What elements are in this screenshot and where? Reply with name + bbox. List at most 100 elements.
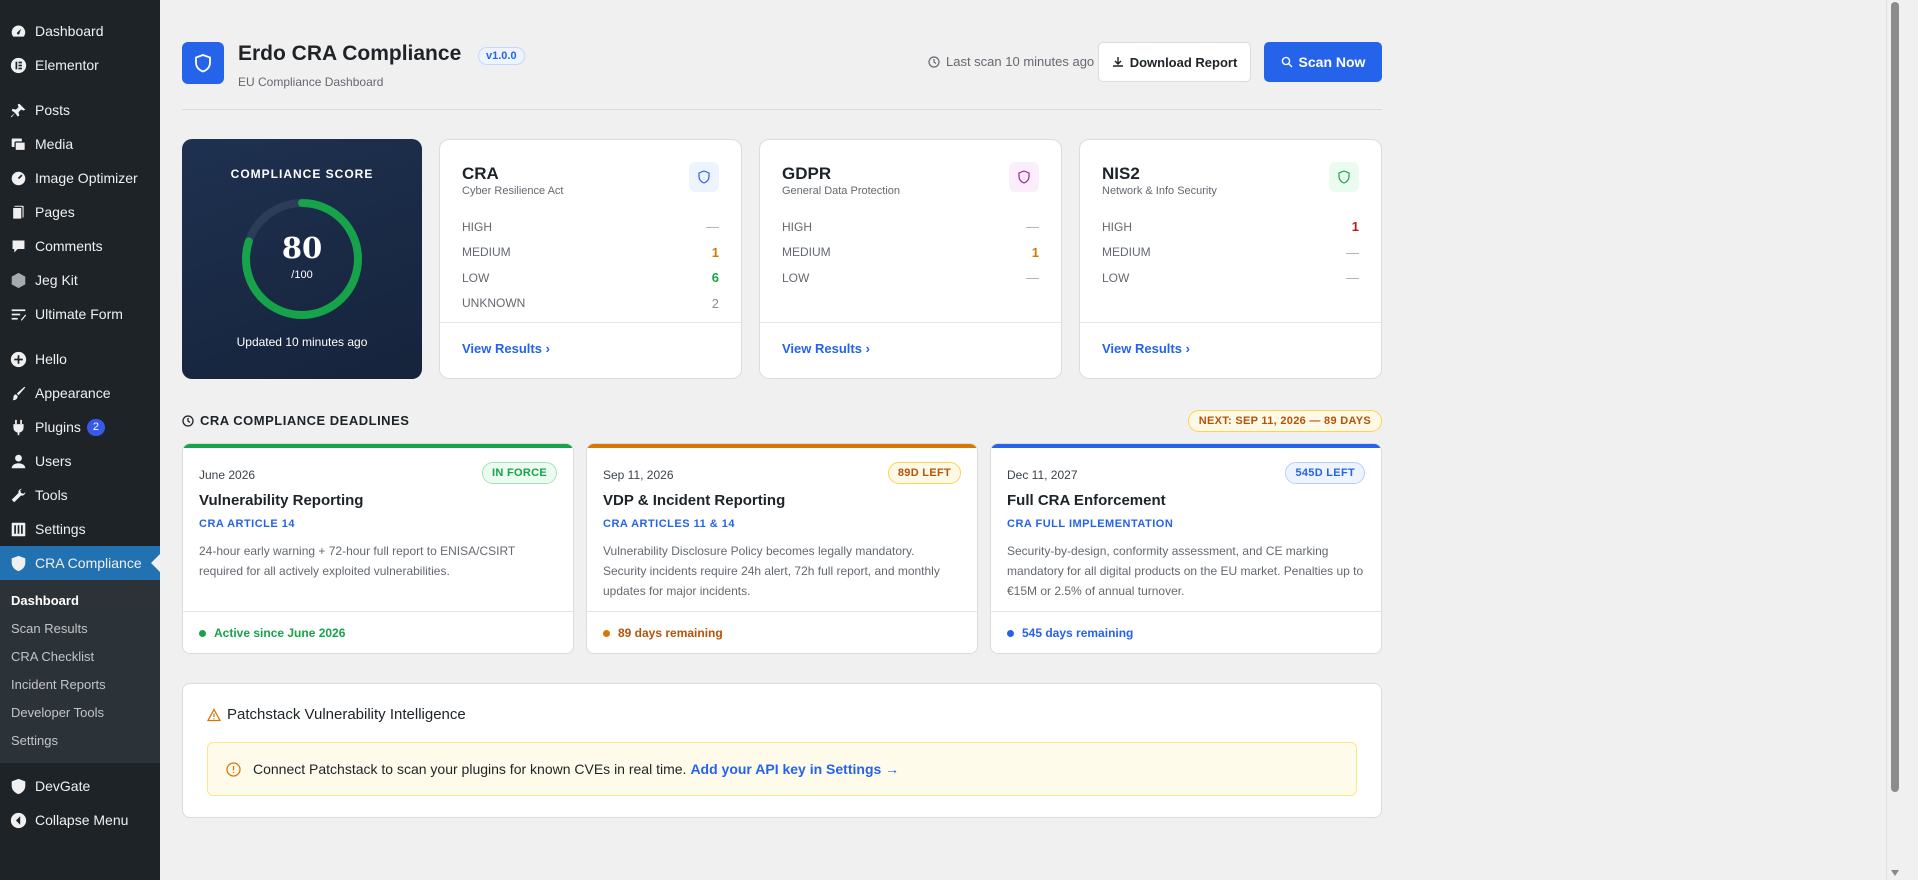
add-api-key-link[interactable]: Add your API key in Settings → <box>690 761 899 777</box>
regulation-subtitle: General Data Protection <box>782 185 901 197</box>
sidebar-item-label: Users <box>35 453 72 469</box>
sidebar-item-comments[interactable]: Comments <box>0 229 160 263</box>
sidebar-item-jeg-kit[interactable]: Jeg Kit <box>0 263 160 297</box>
sidebar-item-pages[interactable]: Pages <box>0 195 160 229</box>
sidebar-item-label: CRA Compliance <box>35 555 142 571</box>
submenu-item-dashboard[interactable]: Dashboard <box>0 587 160 615</box>
download-report-button[interactable]: Download Report <box>1098 42 1251 82</box>
view-results-link-cra[interactable]: View Results › <box>462 341 550 356</box>
sidebar-item-appearance[interactable]: Appearance <box>0 376 160 410</box>
chevron-right-icon: › <box>1185 341 1190 356</box>
page-title: Erdo CRA Compliance <box>238 42 462 65</box>
deadline-status: 89 days remaining <box>603 626 723 640</box>
sidebar-item-label: Media <box>35 136 74 152</box>
sidebar-item-ultimate-form[interactable]: Ultimate Form <box>0 297 160 331</box>
severity-label: HIGH <box>1102 219 1132 234</box>
user-icon <box>8 451 28 471</box>
chevron-right-icon: › <box>865 341 870 356</box>
submenu-item-cra-checklist[interactable]: CRA Checklist <box>0 643 160 671</box>
deadline-description: Security-by-design, conformity assessmen… <box>1007 544 1364 598</box>
plus-circle-icon <box>8 349 28 369</box>
score-updated: Updated 10 minutes ago <box>236 335 368 349</box>
severity-label: HIGH <box>462 219 492 234</box>
page-header: Erdo CRA Compliance v1.0.0 EU Compliance… <box>182 0 1382 110</box>
sidebar-item-users[interactable]: Users <box>0 444 160 478</box>
severity-count: — <box>1346 244 1359 260</box>
search-icon <box>1281 56 1293 68</box>
sidebar-item-hello[interactable]: Hello <box>0 342 160 376</box>
sidebar-item-settings[interactable]: Settings <box>0 512 160 546</box>
sidebar-item-elementor[interactable]: Elementor <box>0 48 160 82</box>
regulation-card-nis2: NIS2 Network & Info Security HIGH 1 MEDIU… <box>1079 139 1382 379</box>
admin-sidebar: Dashboard Elementor Posts Media Image Op… <box>0 0 160 880</box>
submenu-item-incident-reports[interactable]: Incident Reports <box>0 671 160 699</box>
severity-row: MEDIUM — <box>1102 240 1359 266</box>
status-dot <box>603 629 610 637</box>
score-denominator: /100 <box>291 269 313 281</box>
elementor-icon <box>8 55 28 75</box>
deadline-accent-bar <box>587 444 977 448</box>
deadline-article: CRA ARTICLES 11 & 14 <box>603 518 736 530</box>
sidebar-item-devgate[interactable]: DevGate <box>0 769 160 803</box>
severity-count: 1 <box>1031 244 1039 260</box>
regulation-subtitle: Cyber Resilience Act <box>462 185 564 197</box>
view-results-label: View Results <box>462 341 542 356</box>
version-badge: v1.0.0 <box>478 47 525 65</box>
vertical-scrollbar[interactable] <box>1886 0 1902 880</box>
regulation-name: NIS2 <box>1102 164 1140 183</box>
deadline-status-pill: 545D LEFT <box>1285 462 1365 484</box>
severity-count: 1 <box>1351 219 1359 235</box>
sidebar-item-tools[interactable]: Tools <box>0 478 160 512</box>
severity-row: MEDIUM 1 <box>462 240 719 266</box>
severity-label: LOW <box>1102 270 1130 285</box>
view-results-link-gdpr[interactable]: View Results › <box>782 341 870 356</box>
scrollbar-thumb[interactable] <box>1891 2 1899 792</box>
patchstack-message: Connect Patchstack to scan your plugins … <box>253 761 687 777</box>
scan-now-button[interactable]: Scan Now <box>1264 42 1382 82</box>
view-results-label: View Results <box>1102 341 1182 356</box>
severity-row: LOW 6 <box>462 265 719 291</box>
severity-label: LOW <box>462 270 490 285</box>
cra-submenu: Dashboard Scan Results CRA Checklist Inc… <box>0 580 160 763</box>
deadline-description: Vulnerability Disclosure Policy becomes … <box>603 544 940 598</box>
sidebar-item-image-optimizer[interactable]: Image Optimizer <box>0 161 160 195</box>
patchstack-card: Patchstack Vulnerability Intelligence Co… <box>182 683 1382 818</box>
dashboard-icon <box>8 21 28 41</box>
sidebar-item-cra-compliance[interactable]: CRA Compliance <box>0 546 160 580</box>
regulation-subtitle: Network & Info Security <box>1102 185 1217 197</box>
sidebar-item-label: Pages <box>35 204 75 220</box>
warning-icon <box>207 707 221 721</box>
collapse-menu-button[interactable]: Collapse Menu <box>0 803 160 837</box>
submenu-item-scan-results[interactable]: Scan Results <box>0 615 160 643</box>
sidebar-item-label: Collapse Menu <box>35 812 129 828</box>
app-logo <box>182 42 224 84</box>
comment-icon <box>8 236 28 256</box>
deadline-accent-bar <box>991 444 1381 448</box>
settings-icon <box>8 519 28 539</box>
shield-icon <box>8 553 28 573</box>
scroll-down-arrow[interactable] <box>1891 870 1899 876</box>
sidebar-item-label: Tools <box>35 487 68 503</box>
sidebar-item-media[interactable]: Media <box>0 127 160 161</box>
status-dot <box>1007 629 1014 637</box>
deadline-status-pill: 89D LEFT <box>887 462 961 484</box>
view-results-link-nis2[interactable]: View Results › <box>1102 341 1190 356</box>
sidebar-item-label: Jeg Kit <box>35 272 78 288</box>
deadline-description: 24-hour early warning + 72-hour full rep… <box>199 544 516 578</box>
deadline-date: Dec 11, 2027 <box>1007 468 1078 482</box>
media-icon <box>8 134 28 154</box>
sidebar-item-dashboard[interactable]: Dashboard <box>0 14 160 48</box>
severity-label: MEDIUM <box>462 245 511 260</box>
submenu-item-developer-tools[interactable]: Developer Tools <box>0 699 160 727</box>
shield-icon <box>1329 162 1359 192</box>
severity-count: — <box>1026 219 1039 235</box>
compliance-overview: COMPLIANCE SCORE 80 /100 Updated 10 minu… <box>182 139 1382 379</box>
sidebar-item-posts[interactable]: Posts <box>0 93 160 127</box>
submenu-item-settings[interactable]: Settings <box>0 727 160 755</box>
regulation-name: GDPR <box>782 164 832 183</box>
deadline-date: Sep 11, 2026 <box>603 468 674 482</box>
regulation-card-cra: CRA Cyber Resilience Act HIGH — MEDIUM 1 L… <box>439 139 742 379</box>
sidebar-item-plugins[interactable]: Plugins 2 <box>0 410 160 444</box>
sidebar-item-label: Dashboard <box>35 23 104 39</box>
deadline-status-pill: IN FORCE <box>482 462 557 484</box>
